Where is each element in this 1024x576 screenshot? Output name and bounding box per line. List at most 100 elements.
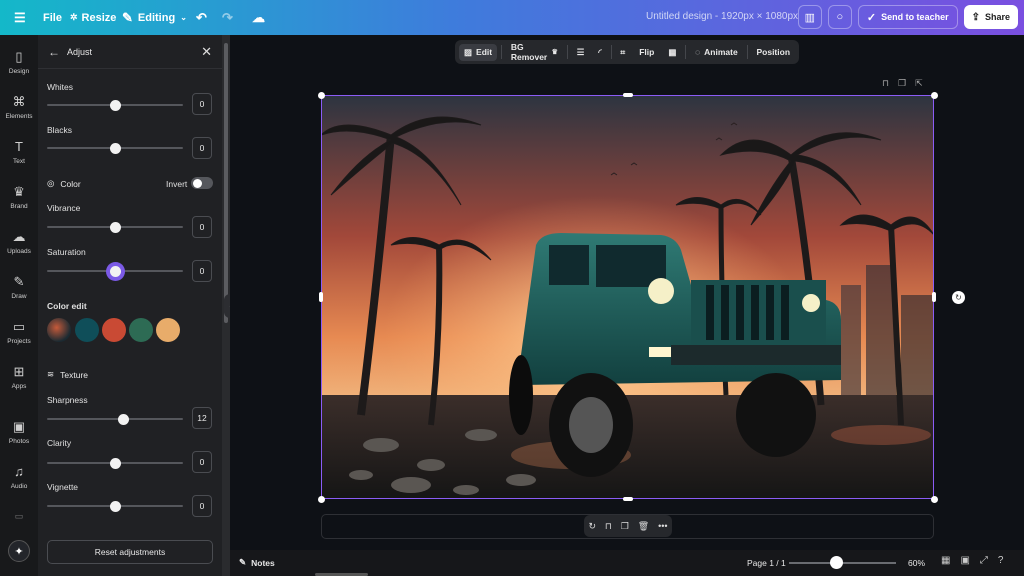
rail-item-photos[interactable]: ▣ Photos bbox=[0, 419, 38, 445]
animate-button[interactable]: ◌ Animate bbox=[690, 44, 743, 60]
reset-adjustments-button[interactable]: Reset adjustments bbox=[47, 540, 213, 564]
clarity-slider-knob[interactable] bbox=[109, 457, 121, 469]
blacks-slider[interactable] bbox=[47, 142, 183, 154]
page-indicator[interactable]: Page 1 / 1 bbox=[747, 558, 786, 568]
clarity-slider[interactable] bbox=[47, 457, 183, 469]
notes-button[interactable]: ✎ Notes bbox=[239, 557, 275, 568]
main-menu-button[interactable]: ☰ bbox=[14, 0, 26, 35]
rail-item-apps[interactable]: ⊞ Apps bbox=[0, 364, 38, 390]
whites-value[interactable]: 0 bbox=[192, 93, 212, 115]
trash-icon[interactable]: 🗑 bbox=[638, 521, 649, 532]
corner-rounding-button[interactable]: ◜ bbox=[593, 44, 606, 61]
resize-handle-right[interactable] bbox=[932, 292, 936, 302]
sharpness-value[interactable]: 12 bbox=[192, 407, 212, 429]
editing-mode-button[interactable]: ✎ Editing ⌄ bbox=[122, 0, 187, 35]
redo-button[interactable]: ↷ bbox=[222, 0, 233, 35]
resize-handle-bottom-left[interactable] bbox=[318, 496, 325, 503]
color-edit-photo-swatch[interactable] bbox=[47, 318, 71, 342]
sharpness-slider-knob[interactable] bbox=[117, 413, 129, 425]
crop-button[interactable]: ⌗ bbox=[615, 44, 630, 61]
lock-icon[interactable]: ⊓ bbox=[605, 521, 612, 532]
undo-button[interactable]: ↶ bbox=[196, 0, 207, 35]
vibrance-slider[interactable] bbox=[47, 221, 183, 233]
border-style-button[interactable]: ☰ bbox=[572, 44, 590, 61]
rail-item-audio[interactable]: ♫ Audio bbox=[0, 464, 38, 490]
edit-image-button[interactable]: ▨ Edit bbox=[459, 43, 498, 61]
design-canvas-image[interactable] bbox=[321, 95, 934, 499]
video-icon: ▭ bbox=[14, 511, 24, 521]
lock-icon[interactable]: ⊓ bbox=[882, 78, 889, 89]
back-arrow-icon[interactable]: ← bbox=[48, 45, 60, 59]
resize-handle-bottom-right[interactable] bbox=[931, 496, 938, 503]
draw-icon: ✎ bbox=[13, 274, 25, 289]
color-section-header: ◎ Color bbox=[47, 178, 81, 189]
color-swatch-red[interactable] bbox=[102, 318, 126, 342]
magic-assistant-button[interactable]: ✦ bbox=[8, 540, 30, 562]
share-button[interactable]: ⇪ Share bbox=[963, 5, 1018, 29]
whites-slider-knob[interactable] bbox=[109, 99, 121, 111]
invert-toggle[interactable] bbox=[191, 177, 213, 189]
whites-slider[interactable] bbox=[47, 99, 183, 111]
pages-icon[interactable]: ▣ bbox=[960, 555, 969, 566]
cloud-save-status[interactable]: ☁ bbox=[252, 0, 265, 35]
duplicate-icon[interactable]: ❐ bbox=[621, 521, 629, 532]
position-button[interactable]: Position bbox=[751, 44, 795, 60]
comments-button[interactable]: ○ bbox=[827, 5, 852, 29]
grid-view-icon[interactable]: ▦ bbox=[941, 555, 950, 566]
vignette-value[interactable]: 0 bbox=[192, 495, 212, 517]
add-page-icon[interactable]: ⇱ bbox=[915, 78, 923, 89]
file-menu[interactable]: File bbox=[43, 0, 62, 35]
more-icon[interactable]: ••• bbox=[658, 521, 667, 531]
resize-button[interactable]: ✲ Resize bbox=[70, 0, 116, 35]
rail-item-more[interactable]: ▭ bbox=[0, 511, 38, 527]
toolbar-divider bbox=[746, 45, 748, 59]
zoom-value[interactable]: 60% bbox=[908, 558, 925, 568]
color-swatch-teal[interactable] bbox=[75, 318, 99, 342]
blacks-label: Blacks bbox=[47, 125, 73, 135]
duplicate-icon[interactable]: ❐ bbox=[898, 78, 906, 89]
resize-handle-top-left[interactable] bbox=[318, 92, 325, 99]
saturation-slider-knob[interactable] bbox=[109, 265, 121, 277]
vignette-slider-knob[interactable] bbox=[109, 500, 121, 512]
send-to-teacher-button[interactable]: ✓ Send to teacher bbox=[857, 5, 958, 29]
flip-button[interactable]: Flip bbox=[634, 44, 659, 60]
resize-handle-top-right[interactable] bbox=[931, 92, 938, 99]
resize-handle-bottom[interactable] bbox=[623, 497, 633, 501]
zoom-slider-knob[interactable] bbox=[829, 556, 843, 569]
color-swatch-green[interactable] bbox=[129, 318, 153, 342]
design-title[interactable]: Untitled design - 1920px × 1080px bbox=[646, 11, 798, 22]
panel-header: ← Adjust ✕ bbox=[38, 35, 222, 69]
transparency-button[interactable]: ▦ bbox=[663, 44, 681, 61]
panel-scrollbar-thumb[interactable] bbox=[224, 43, 228, 323]
blacks-slider-knob[interactable] bbox=[109, 142, 121, 154]
lines-icon: ☰ bbox=[576, 46, 585, 57]
color-swatch-peach[interactable] bbox=[156, 318, 180, 342]
saturation-value[interactable]: 0 bbox=[192, 260, 212, 282]
rail-item-text[interactable]: T Text bbox=[0, 139, 38, 165]
sharpness-slider[interactable] bbox=[47, 413, 183, 425]
rail-item-brand[interactable]: ♛ Brand bbox=[0, 184, 38, 210]
rail-item-projects[interactable]: ▭ Projects bbox=[0, 319, 38, 345]
vignette-slider[interactable] bbox=[47, 500, 183, 512]
close-icon[interactable]: ✕ bbox=[201, 44, 212, 60]
rail-item-uploads[interactable]: ☁ Uploads bbox=[0, 229, 38, 255]
vibrance-slider-knob[interactable] bbox=[109, 221, 121, 233]
refresh-icon[interactable]: ↻ bbox=[588, 521, 596, 532]
rail-item-elements[interactable]: ⌘ Elements bbox=[0, 94, 38, 120]
rail-item-draw[interactable]: ✎ Draw bbox=[0, 274, 38, 300]
clarity-value[interactable]: 0 bbox=[192, 451, 212, 473]
resize-handle-left[interactable] bbox=[319, 292, 323, 302]
resize-handle-top[interactable] bbox=[623, 93, 633, 97]
saturation-slider[interactable] bbox=[47, 265, 183, 277]
help-icon[interactable]: ? bbox=[998, 555, 1004, 566]
rotate-handle[interactable]: ↻ bbox=[952, 291, 965, 304]
insights-button[interactable]: ▥ bbox=[797, 5, 822, 29]
bg-remover-button[interactable]: BG Remover ♛ bbox=[506, 39, 563, 65]
blacks-value[interactable]: 0 bbox=[192, 137, 212, 159]
view-controls: ▦ ▣ ⤢ ? bbox=[941, 555, 1003, 566]
rail-item-design[interactable]: ▯ Design bbox=[0, 49, 38, 75]
vibrance-value[interactable]: 0 bbox=[192, 216, 212, 238]
fullscreen-icon[interactable]: ⤢ bbox=[980, 555, 988, 566]
text-icon: T bbox=[15, 139, 23, 154]
clarity-label: Clarity bbox=[47, 438, 72, 448]
